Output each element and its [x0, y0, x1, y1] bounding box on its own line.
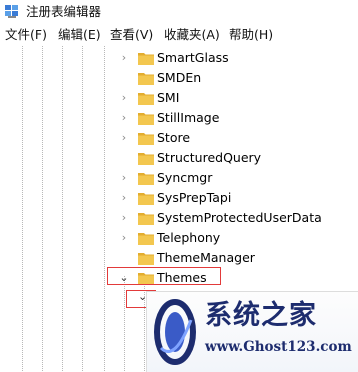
menu-view[interactable]: 查看(V): [110, 27, 153, 43]
folder-icon: [138, 113, 154, 125]
tree-item[interactable]: ThemeManager: [118, 248, 348, 268]
tree-item-label: SystemProtectedUserData: [157, 210, 322, 225]
chevron-right-icon[interactable]: ›: [118, 171, 130, 185]
folder-icon: [138, 173, 154, 185]
tree-item[interactable]: › Syncmgr: [118, 168, 348, 188]
tree-branch-spacer: [118, 71, 130, 85]
folder-icon: [138, 253, 154, 265]
folder-icon: [138, 193, 154, 205]
tree-guide-line: [22, 46, 23, 371]
chevron-right-icon[interactable]: ›: [118, 211, 130, 225]
folder-icon: [138, 133, 154, 145]
tree-item-label: Syncmgr: [157, 170, 213, 185]
tree-item[interactable]: › StillImage: [118, 108, 348, 128]
tree-item[interactable]: SMDEn: [118, 68, 348, 88]
watermark-title: 系统之家: [205, 300, 317, 331]
menu-file[interactable]: 文件(F): [5, 27, 47, 43]
tree-item-label: SMI: [157, 90, 180, 105]
folder-icon: [138, 93, 154, 105]
tree-guide-line: [104, 46, 105, 371]
tree-item[interactable]: › SMI: [118, 88, 348, 108]
tree-item[interactable]: StructuredQuery: [118, 148, 348, 168]
tree-item-label: SmartGlass: [157, 50, 229, 65]
tree-item[interactable]: › SysPrepTapi: [118, 188, 348, 208]
tree-item-label: Store: [157, 130, 191, 145]
tree-guide-line: [82, 46, 83, 371]
chevron-right-icon[interactable]: ›: [118, 131, 130, 145]
chevron-right-icon[interactable]: ›: [118, 231, 130, 245]
chevron-right-icon[interactable]: ›: [118, 191, 130, 205]
folder-icon: [138, 53, 154, 65]
folder-icon: [138, 153, 154, 165]
tree-item-label: SMDEn: [157, 70, 202, 85]
registry-editor-icon: [5, 5, 18, 18]
folder-icon: [138, 213, 154, 225]
themes-highlight-box: [107, 267, 221, 285]
watermark-emblem-icon: [154, 299, 196, 365]
tree-item-label: StillImage: [157, 110, 220, 125]
folder-icon: [138, 73, 154, 85]
tree-guide-line: [62, 46, 63, 371]
tree-item-label: Telephony: [157, 230, 221, 245]
menu-help[interactable]: 帮助(H): [229, 27, 273, 43]
folder-icon: [138, 233, 154, 245]
tree-item[interactable]: › SystemProtectedUserData: [118, 208, 348, 228]
menu-edit[interactable]: 编辑(E): [58, 27, 101, 43]
chevron-right-icon[interactable]: ›: [118, 111, 130, 125]
chevron-right-icon[interactable]: ›: [118, 51, 130, 65]
tree-item[interactable]: › SmartGlass: [118, 48, 348, 68]
tree-guide-line: [124, 276, 125, 371]
watermark-logo: 系统之家 www.Ghost123.com: [146, 291, 358, 372]
tree-branch-spacer: [118, 251, 130, 265]
tree-item-label: ThemeManager: [157, 250, 255, 265]
tree-branch-spacer: [118, 151, 130, 165]
tree-item[interactable]: › Telephony: [118, 228, 348, 248]
tree-guide-line: [42, 46, 43, 371]
menu-favorites[interactable]: 收藏夹(A): [164, 27, 220, 43]
menu-bar: 文件(F) 编辑(E) 查看(V) 收藏夹(A) 帮助(H): [0, 24, 358, 47]
chevron-right-icon[interactable]: ›: [118, 91, 130, 105]
tree-item-label: StructuredQuery: [157, 150, 262, 165]
watermark-url: www.Ghost123.com: [205, 339, 352, 355]
tree-item[interactable]: › Store: [118, 128, 348, 148]
window-title: 注册表编辑器: [26, 4, 102, 19]
title-bar: 注册表编辑器: [0, 0, 358, 24]
tree-item-label: SysPrepTapi: [157, 190, 232, 205]
